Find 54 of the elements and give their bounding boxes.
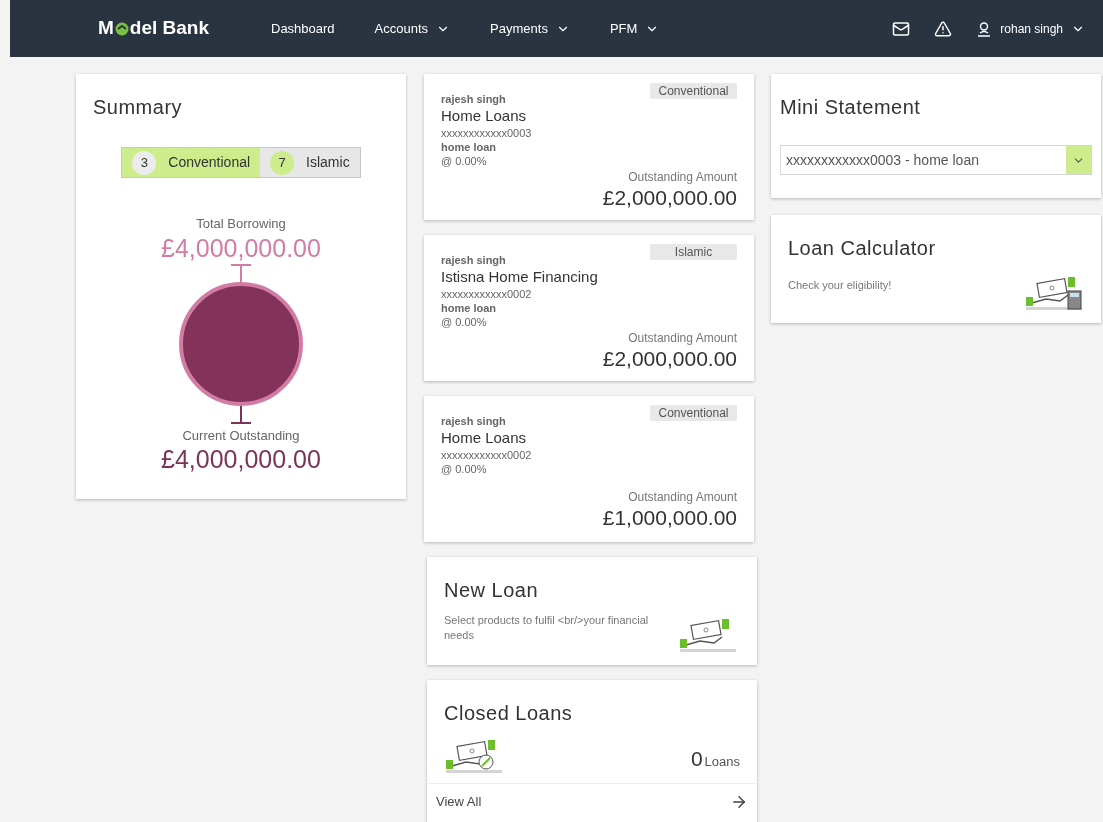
category-tag: Conventional xyxy=(650,405,737,421)
account-number: xxxxxxxxxxxx0002 xyxy=(441,448,532,462)
card-title: Loan Calculator xyxy=(788,236,936,261)
count-badge: 7 xyxy=(270,150,295,175)
holder-name: rajesh singh xyxy=(441,253,507,267)
user-menu[interactable]: rohan singh xyxy=(976,19,1085,38)
loan-product-name: Home Loans xyxy=(441,428,528,448)
outstanding-label: Outstanding Amount xyxy=(628,489,737,506)
new-loan-description: Select products to fulfil <br/>your financial needs xyxy=(444,613,650,643)
loan-product-name: Home Loans xyxy=(441,106,528,126)
outstanding-label: Outstanding Amount xyxy=(628,330,737,347)
outstanding-amount: £2,000,000.00 xyxy=(602,347,737,371)
interest-rate: @ 0.00% xyxy=(441,462,488,476)
account-select[interactable]: xxxxxxxxxxxx0003 - home loan xyxy=(780,145,1092,175)
outstanding-label: Outstanding Amount xyxy=(628,169,737,186)
loan-type-tab[interactable]: 7 Islamic xyxy=(260,148,360,177)
account-number: xxxxxxxxxxxx0003 xyxy=(441,126,532,140)
card-title: Mini Statement xyxy=(780,95,922,120)
loan-type: home loan xyxy=(441,140,497,154)
card-title: New Loan xyxy=(444,578,540,603)
current-outstanding-amount: £4,000,000.00 xyxy=(161,445,321,473)
loan-product-name: Istisna Home Financing xyxy=(441,267,598,287)
holder-name: rajesh singh xyxy=(441,92,507,106)
nav-menu-item[interactable]: Dashboard xyxy=(271,18,335,39)
closed-loan-icon xyxy=(444,738,504,774)
closed-loan-count: 0 xyxy=(690,745,703,772)
interest-rate: @ 0.00% xyxy=(441,154,488,168)
loan-unit: Loans xyxy=(704,752,740,771)
holder-name: rajesh singh xyxy=(441,414,507,428)
total-borrowing-amount: £4,000,000.00 xyxy=(161,233,321,262)
summary-label: Total Borrowing xyxy=(196,215,286,233)
money-hand-icon xyxy=(678,617,738,653)
calculator-money-icon xyxy=(1024,275,1084,311)
card-title: Summary xyxy=(93,95,183,120)
nav-menu-item[interactable]: Accounts xyxy=(374,18,451,39)
category-tag: Islamic xyxy=(650,244,737,260)
outstanding-amount: £2,000,000.00 xyxy=(602,186,737,210)
account-number: xxxxxxxxxxxx0002 xyxy=(441,287,533,301)
view-all-link[interactable]: View All xyxy=(427,783,757,819)
loan-calculator-description: Check your eligibility! xyxy=(788,278,893,293)
outstanding-amount: £1,000,000.00 xyxy=(602,506,737,530)
card-title: Closed Loans xyxy=(443,701,574,726)
nav-menu-item[interactable]: PFM xyxy=(609,18,660,39)
warning-icon[interactable] xyxy=(934,19,953,38)
user-icon xyxy=(976,20,993,37)
brand-logo[interactable]: M del Bank xyxy=(98,14,248,43)
count-badge: 3 xyxy=(132,150,157,175)
loan-type: home loan xyxy=(441,301,497,315)
mail-icon[interactable] xyxy=(892,19,911,38)
interest-rate: @ 0.00% xyxy=(441,315,488,329)
category-tag: Conventional xyxy=(650,83,737,99)
loan-type-tab[interactable]: 3 Conventional xyxy=(122,148,261,177)
nav-menu-item[interactable]: Payments xyxy=(490,18,570,39)
summary-label: Current Outstanding xyxy=(182,426,300,445)
